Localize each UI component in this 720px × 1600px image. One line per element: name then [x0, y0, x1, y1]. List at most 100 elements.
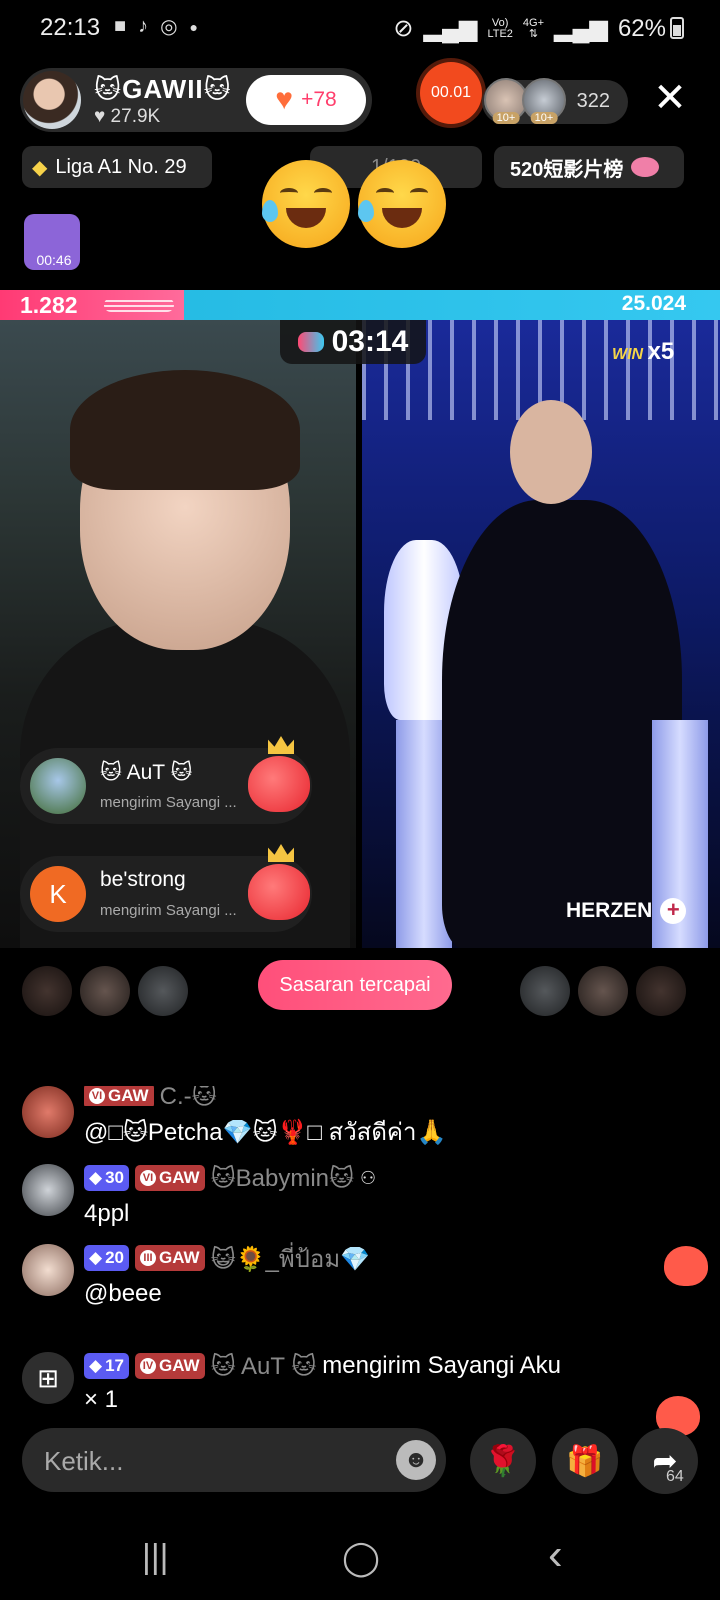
comment-placeholder: Ketik...: [44, 1446, 124, 1476]
level-badge: ◆ 17: [84, 1353, 129, 1379]
viewers-pill[interactable]: 10+ 10+ 322: [482, 78, 628, 124]
gift-description: mengirim Sayangi ...: [100, 794, 237, 811]
opponent-name-tag[interactable]: HERZEN +: [566, 898, 687, 924]
moderator-icon: ⚇: [360, 1167, 377, 1188]
fan-club-badge: IV GAW: [135, 1353, 205, 1379]
supporter-avatar[interactable]: [636, 966, 686, 1016]
close-icon[interactable]: ✕: [650, 78, 690, 118]
follow-button[interactable]: ♥ +78: [246, 75, 366, 125]
signal-icon-2: ▂▄▆: [554, 15, 608, 42]
boxing-glove-icon: [297, 332, 324, 352]
chat-text: 4ppl: [84, 1200, 130, 1227]
floating-heart-icon: [664, 1246, 708, 1286]
instagram-icon: ◎: [160, 16, 178, 38]
rose-gift-button[interactable]: 🌹: [470, 1428, 536, 1494]
host-avatar[interactable]: [23, 71, 81, 129]
diamond-icon: ◆: [32, 156, 48, 179]
chat-text: mengirim Sayangi Aku: [322, 1352, 562, 1379]
avatar: K: [30, 866, 86, 922]
battle-timer: 03:14: [280, 320, 426, 364]
back-button[interactable]: ‹: [548, 1530, 563, 1580]
right-score: 25.024: [621, 292, 686, 315]
battery-icon: [670, 17, 684, 39]
battle-score-bar: 1.282 25.024: [0, 290, 720, 320]
win-streak: x5: [647, 338, 675, 365]
navigation-bar: ||| ◯ ‹: [0, 1520, 720, 1600]
gift-timer: 00:46: [36, 252, 72, 268]
fan-club-badge: VI GAW: [84, 1086, 154, 1106]
follow-count: +78: [301, 88, 337, 111]
chart-label: 520短影片榜: [510, 158, 624, 181]
host-info[interactable]: 🐱GAWII🐱 ♥ 27.9K ♥ +78: [20, 68, 372, 132]
chat-username[interactable]: 🐱Babymin🐱: [211, 1164, 354, 1193]
host-name: 🐱GAWII🐱: [94, 74, 232, 104]
win-label: WIN: [612, 346, 644, 363]
dot-icon: ●: [189, 18, 199, 35]
supporter-avatar[interactable]: [520, 966, 570, 1016]
avatar: [30, 758, 86, 814]
gift-icon: ⊞: [22, 1352, 74, 1404]
host-video[interactable]: [0, 320, 356, 948]
comment-input[interactable]: Ketik... ☻: [22, 1428, 446, 1492]
gift-count: × 1: [84, 1386, 119, 1413]
gift-notification: 🐱 AuT 🐱 mengirim Sayangi ...: [20, 736, 312, 824]
gift-description: mengirim Sayangi ...: [100, 902, 237, 919]
signal-icon: ▂▄▆: [423, 15, 478, 42]
avatar[interactable]: [22, 1244, 74, 1296]
league-badge[interactable]: ◆ Liga A1 No. 29: [22, 146, 212, 188]
viewer-badge: 10+: [530, 112, 558, 124]
chat-username[interactable]: 🐱 AuT 🐱: [211, 1352, 317, 1381]
live-timer-badge[interactable]: 00.01: [420, 62, 482, 124]
ranking-chart-pill[interactable]: 520短影片榜: [494, 146, 684, 188]
opponent-video[interactable]: [362, 320, 720, 948]
supporter-avatar[interactable]: [138, 966, 188, 1016]
target-reached-button[interactable]: Sasaran tercapai: [258, 960, 452, 1010]
status-time: 22:13: [40, 14, 101, 41]
volte-label: Vo): [491, 16, 509, 29]
avatar[interactable]: [22, 1086, 74, 1138]
league-label: Liga A1 No. 29: [55, 155, 187, 178]
top-viewer-avatar[interactable]: 10+: [522, 78, 566, 124]
supporter-avatar[interactable]: [578, 966, 628, 1016]
add-opponent-icon[interactable]: +: [660, 898, 687, 924]
rose-icon: 🌹: [484, 1444, 522, 1478]
chat-text: @beee: [84, 1280, 162, 1307]
emoji-icon[interactable]: ☻: [396, 1440, 436, 1480]
win-streak-badge: WIN x5: [612, 338, 674, 366]
share-count: 64: [666, 1468, 684, 1485]
video-camera-icon: ■: [114, 15, 127, 37]
gift-button[interactable]: 🎁: [552, 1428, 618, 1494]
level-badge: ◆ 20: [84, 1245, 129, 1271]
battery-percent: 62%: [617, 14, 666, 42]
supporter-avatar[interactable]: [80, 966, 130, 1016]
recents-button[interactable]: |||: [142, 1538, 169, 1577]
gift-sender-name: be'strong: [100, 868, 186, 891]
chat-text: @□🐱Petcha💎🐱🦞□ สวัสดีค่า🙏: [84, 1119, 447, 1146]
home-button[interactable]: ◯: [342, 1538, 380, 1578]
laughing-emoji-icon: [358, 160, 446, 248]
gift-sender-name: 🐱 AuT 🐱: [100, 761, 193, 784]
data-arrows-icon: ⇅: [528, 27, 539, 40]
viewer-badge: 10+: [492, 112, 520, 124]
battle-time: 03:14: [331, 325, 409, 358]
laughing-emoji-icon: [262, 160, 350, 248]
share-button[interactable]: ➦: [632, 1428, 698, 1494]
left-score: 1.282: [20, 292, 78, 318]
supporter-avatar[interactable]: [22, 966, 72, 1016]
level-badge: ◆ 30: [84, 1165, 129, 1191]
tiktok-icon: ♪: [138, 15, 149, 37]
lte-label: LTE2: [487, 27, 513, 40]
chat-username[interactable]: C.-🐱: [160, 1086, 217, 1106]
status-bar: 22:13 ■ ♪ ◎ ● ⊘ ▂▄▆ Vo) LTE2 4G+ ⇅ ▂▄▆ 6…: [0, 0, 720, 56]
heart-icon: ♥: [275, 83, 294, 116]
avatar[interactable]: [22, 1164, 74, 1216]
host-likes: ♥ 27.9K: [94, 106, 161, 127]
planet-icon: [631, 157, 660, 177]
gift-icon: 🎁: [566, 1444, 604, 1478]
chat-username[interactable]: 😺🌻_พี่ป้อม💎: [211, 1239, 370, 1278]
viewer-count: 322: [576, 90, 610, 112]
opponent-name: HERZEN: [566, 899, 653, 922]
mute-icon: ⊘: [393, 15, 414, 42]
fan-club-badge: VI GAW: [135, 1165, 205, 1191]
heart-gift-icon: [248, 864, 310, 920]
